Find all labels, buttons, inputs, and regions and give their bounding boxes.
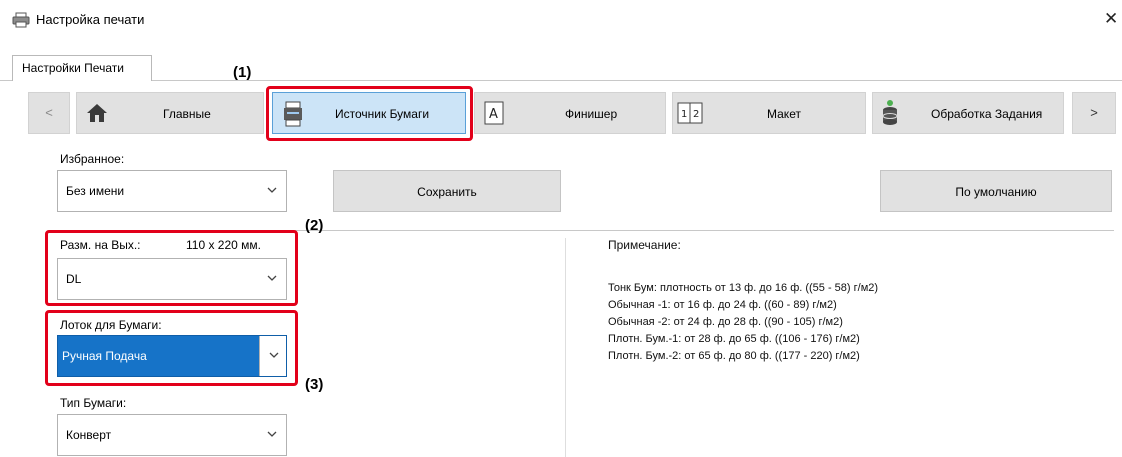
ribbon-job-handling-button[interactable]: Обработка Задания — [872, 92, 1064, 134]
note-title: Примечание: — [608, 238, 681, 252]
close-icon[interactable]: ✕ — [1104, 9, 1118, 29]
note-line: Обычная -1: от 16 ф. до 24 ф. ((60 - 89)… — [608, 299, 837, 311]
ribbon-prev-button[interactable]: < — [28, 92, 70, 134]
note-line: Плотн. Бум.-2: от 65 ф. до 80 ф. ((177 -… — [608, 350, 860, 362]
ribbon-layout-button[interactable]: 1 2 Макет — [672, 92, 866, 134]
save-button-label: Сохранить — [417, 185, 477, 199]
ribbon-item-label: Финишер — [565, 107, 618, 121]
paper-type-value: Конверт — [66, 428, 112, 442]
highlight-box-paper-tray — [45, 310, 298, 386]
ribbon-item-label: Главные — [163, 107, 211, 121]
highlight-box-output-size — [45, 230, 298, 306]
job-handling-icon — [882, 100, 898, 125]
default-button-label: По умолчанию — [955, 185, 1037, 199]
ribbon-finisher-button[interactable]: A Финишер — [474, 92, 666, 134]
highlight-box-paper-source — [266, 86, 473, 141]
default-button[interactable]: По умолчанию — [880, 170, 1112, 212]
note-line: Обычная -2: от 24 ф. до 28 ф. ((90 - 105… — [608, 316, 843, 328]
layout-icon: 1 2 — [677, 102, 703, 124]
note-line: Плотн. Бум.-1: от 28 ф. до 65 ф. ((106 -… — [608, 333, 860, 345]
note-line: Тонк Бум: плотность от 13 ф. до 16 ф. ((… — [608, 282, 879, 294]
save-button[interactable]: Сохранить — [333, 170, 561, 212]
ribbon-item-label: Обработка Задания — [931, 107, 1043, 121]
tab-print-settings[interactable]: Настройки Печати — [12, 55, 152, 81]
svg-text:2: 2 — [693, 109, 699, 120]
finisher-icon: A — [484, 101, 504, 125]
paper-type-select[interactable]: Конверт — [57, 414, 287, 456]
printer-icon — [12, 12, 30, 28]
home-icon — [87, 104, 107, 122]
ribbon-next-button[interactable]: > — [1072, 92, 1116, 134]
tab-divider — [0, 80, 1122, 81]
window-title: Настройка печати — [36, 12, 145, 27]
favorites-value: Без имени — [66, 184, 125, 198]
ribbon-main-button[interactable]: Главные — [76, 92, 264, 134]
ribbon-item-label: Макет — [767, 107, 801, 121]
chevron-right-icon: > — [1090, 105, 1098, 120]
callout-1: (1) — [233, 64, 252, 81]
column-divider — [565, 238, 566, 457]
favorites-select[interactable]: Без имени — [57, 170, 287, 212]
favorites-label: Избранное: — [60, 152, 125, 166]
chevron-down-icon — [267, 187, 277, 193]
svg-text:A: A — [489, 107, 498, 122]
chevron-left-icon: < — [45, 105, 53, 120]
title-bar: Настройка печати ✕ — [0, 0, 1122, 40]
chevron-down-icon — [267, 431, 277, 437]
callout-2: (2) — [305, 217, 324, 234]
tab-label: Настройки Печати — [22, 61, 124, 75]
svg-text:1: 1 — [681, 109, 687, 120]
paper-type-label: Тип Бумаги: — [60, 396, 127, 410]
callout-3: (3) — [305, 376, 324, 393]
